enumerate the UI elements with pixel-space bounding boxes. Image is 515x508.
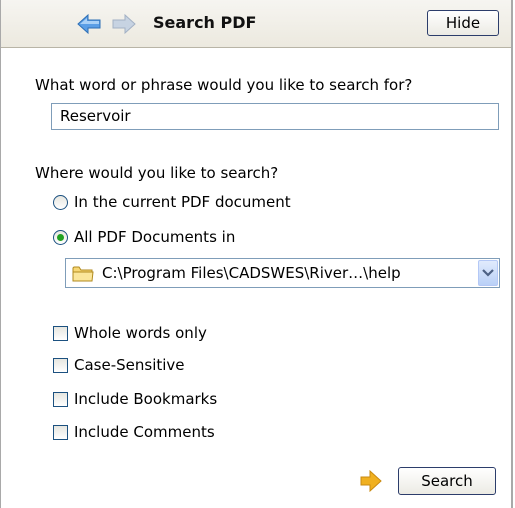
checkbox[interactable] [53,325,68,341]
checkbox-include-bookmarks[interactable]: Include Bookmarks [53,390,217,408]
checkbox-case-sensitive[interactable]: Case-Sensitive [53,356,185,374]
checkbox[interactable] [53,391,68,407]
search-query-input[interactable]: Reservoir [51,103,499,130]
checkbox-label: Include Comments [74,423,215,441]
radio-label: In the current PDF document [74,193,291,211]
search-button[interactable]: Search [398,467,496,495]
search-query-label: What word or phrase would you like to se… [35,76,413,94]
hide-button[interactable]: Hide [427,10,499,36]
folder-path-value: C:\Program Files\CADSWES\River…\help [102,264,401,282]
search-arrow-icon [360,470,382,492]
checkbox-label: Whole words only [74,324,207,342]
panel-header: Search PDF Hide [1,0,511,48]
checkbox[interactable] [53,357,68,373]
checkbox-label: Case-Sensitive [74,356,185,374]
radio-button-selected[interactable] [53,229,68,245]
folder-icon [72,266,94,282]
search-scope-label: Where would you like to search? [35,164,279,182]
checkbox[interactable] [53,424,68,440]
chevron-down-icon [482,269,494,277]
back-arrow-icon[interactable] [76,13,102,35]
radio-current-document[interactable]: In the current PDF document [53,193,291,211]
folder-path-dropdown[interactable]: C:\Program Files\CADSWES\River…\help [65,258,500,288]
checkbox-whole-words[interactable]: Whole words only [53,324,207,342]
checkbox-label: Include Bookmarks [74,390,218,408]
forward-arrow-icon[interactable] [111,13,137,35]
radio-label: All PDF Documents in [74,228,236,246]
search-pdf-panel: Search PDF Hide What word or phrase woul… [0,0,513,508]
panel-title: Search PDF [153,13,257,32]
radio-all-pdf-documents[interactable]: All PDF Documents in [53,228,235,246]
checkbox-include-comments[interactable]: Include Comments [53,423,215,441]
radio-button[interactable] [53,194,68,210]
dropdown-toggle[interactable] [478,260,498,286]
